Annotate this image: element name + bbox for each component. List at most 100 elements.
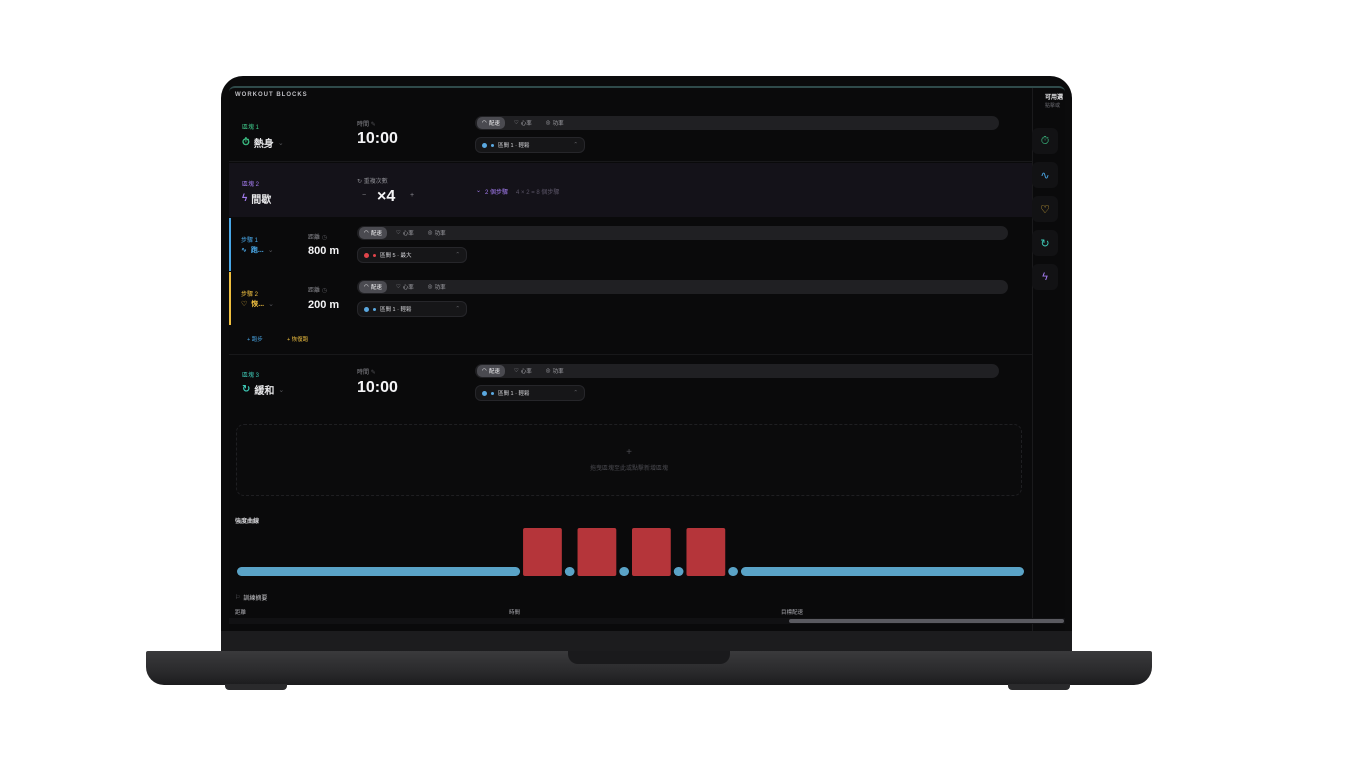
field-label: 距離 ◷ [308,232,327,241]
target-type-tabs: ◠ 配速 ♡ 心率 ◎ 功率 [475,116,999,130]
block-interval[interactable]: 區塊 2 ϟ 間歇 ↻ 重複次數 − ×4 + ⌄ 2 個步驟 4 × 2 = … [229,163,1032,217]
tab-label: 配速 [488,369,500,375]
target-type-tabs: ◠ 配速 ♡ 心率 ◎ 功率 [357,280,1008,294]
tab-label: 心率 [402,231,414,237]
zone-color-dot [364,306,369,312]
step-accent-bar [229,218,231,271]
zone-select[interactable]: 區間 5 · 最大 ⌃ [357,247,467,263]
step-name[interactable]: ∿ 跑... ⌄ [241,245,274,255]
intensity-segment-recovery [619,567,629,576]
duration-value[interactable]: 10:00 [357,379,398,397]
add-run-button[interactable]: ∿ [1032,162,1058,188]
summary-icon: ⚐ [235,595,241,601]
field-label-text: 重複次數 [363,179,388,185]
plus-icon: + [626,447,632,458]
steps-toggle[interactable]: ⌄ 2 個步驟 4 × 2 = 8 個步驟 [476,187,559,196]
laptop-foot-right [1008,684,1070,690]
field-label: 距離 ◷ [308,285,327,294]
tab-pace[interactable]: ◠ 配速 [359,281,387,293]
gauge-icon: ◠ [364,230,369,236]
tab-power[interactable]: ◎ 功率 [541,365,569,377]
decrement-button[interactable]: − [362,192,366,199]
chevron-down-icon: ⌄ [277,139,284,147]
block-warmup[interactable]: 區塊 1 ⏱ 熱身 ⌄ 時間 ✎ 10:00 ◠ 配速 ♡ 心率 ◎ 功率 區間 1 … [229,106,1032,162]
tab-heart-rate[interactable]: ♡ 心率 [391,281,419,293]
summary-title: 訓練摘要 [243,596,268,602]
zone-color-dot [482,142,487,148]
select-caret-icon: ⌃ [573,390,578,396]
step-run[interactable]: 步驟 1 ∿ 跑... ⌄ 距離 ◷ 800 m ◠ 配速 ♡ 心率 ◎ 功率 區間 … [229,218,1032,271]
tab-heart-rate[interactable]: ♡ 心率 [391,227,419,239]
tab-power[interactable]: ◎ 功率 [423,281,451,293]
add-recovery-step-button[interactable]: + 恢復跑 [287,335,308,343]
field-label: 時間 ✎ [357,367,376,376]
section-title: WORKOUT BLOCKS [235,92,308,98]
block-name[interactable]: ↻ 緩和 ⌄ [242,382,284,397]
steps-hint: 4 × 2 = 8 個步驟 [516,190,560,196]
tab-label: 配速 [488,121,500,127]
block-cooldown[interactable]: 區塊 3 ↻ 緩和 ⌄ 時間 ✎ 10:00 ◠ 配速 ♡ 心率 ◎ 功率 區間 1 … [229,354,1032,410]
intensity-segment-recovery [673,567,684,576]
distance-value[interactable]: 200 m [308,299,339,311]
block-label: 區塊 1 [242,125,260,131]
tab-heart-rate[interactable]: ♡ 心率 [509,117,537,129]
block-name[interactable]: ⏱ 熱身 ⌄ [242,135,284,150]
step-name-text: 恢... [251,301,265,308]
distance-value[interactable]: 800 m [308,245,339,257]
screen: WORKOUT BLOCKS 可用選 點擊或 ⏱ ∿ ♡ ↻ ϟ 區塊 1 ⏱ … [229,86,1065,631]
right-panel-subtitle: 點擊或 [1045,103,1061,109]
heart-rate-icon: ♡ [513,120,519,126]
intensity-segment-warmup [237,567,521,576]
intensity-segment-run [632,528,671,576]
tab-pace[interactable]: ◠ 配速 [359,227,387,239]
add-interval-button[interactable]: ϟ [1032,264,1058,290]
step-recovery[interactable]: 步驟 2 ♡ 恢... ⌄ 距離 ◷ 200 m ◠ 配速 ♡ 心率 ◎ 功率 區間 … [229,272,1032,325]
scrollbar-thumb[interactable] [789,619,1064,623]
intensity-segment-run [577,528,617,576]
zone-color-dot-small [373,307,376,311]
chevron-down-icon: ⌄ [278,386,285,394]
workout-builder-app: WORKOUT BLOCKS 可用選 點擊或 ⏱ ∿ ♡ ↻ ϟ 區塊 1 ⏱ … [229,88,1065,631]
select-caret-icon: ⌃ [573,142,578,148]
edit-icon: ✎ [370,122,376,128]
field-label-text: 時間 [357,370,370,376]
add-run-step-button[interactable]: + 跑步 [247,335,263,343]
tab-pace[interactable]: ◠ 配速 [477,365,505,377]
intensity-segment-run [523,528,562,576]
duration-value[interactable]: 10:00 [357,130,398,148]
zone-select[interactable]: 區間 1 · 輕鬆 ⌃ [357,301,467,317]
heart-rate-icon: ♡ [395,230,401,236]
power-icon: ◎ [545,120,551,126]
tab-power[interactable]: ◎ 功率 [541,117,569,129]
intensity-chart [237,528,1024,576]
intensity-segment-cooldown [740,567,1024,576]
pulse-icon: ∿ [241,247,247,254]
zone-select[interactable]: 區間 1 · 輕鬆 ⌃ [475,385,585,401]
tab-label: 配速 [370,231,382,237]
gauge-icon: ◠ [482,368,487,374]
add-block-dropzone[interactable]: + 拖曳區塊至此或點擊新增區塊 [236,424,1022,496]
field-label: 時間 ✎ [357,119,376,128]
tab-pace[interactable]: ◠ 配速 [477,117,505,129]
add-warmup-button[interactable]: ⏱ [1032,128,1058,154]
steps-toggle-label: 2 個步驟 [485,190,509,196]
tab-label: 功率 [552,369,564,375]
intensity-segment-recovery [564,567,575,576]
tab-label: 功率 [434,231,446,237]
add-cooldown-button[interactable]: ↻ [1032,230,1058,256]
tab-heart-rate[interactable]: ♡ 心率 [509,365,537,377]
gauge-icon: ◠ [364,284,369,290]
lightning-icon: ϟ [1042,271,1048,283]
zone-select[interactable]: 區間 1 · 輕鬆 ⌃ [475,137,585,153]
add-recovery-button[interactable]: ♡ [1032,196,1058,222]
repeat-count: ×4 [377,188,396,205]
summary-header[interactable]: ⚐ 訓練摘要 [235,593,267,602]
zone-color-dot-small [491,143,494,147]
step-name-text: 跑... [250,247,264,254]
increment-button[interactable]: + [410,192,414,199]
block-name[interactable]: ϟ 間歇 [242,191,271,206]
tab-power[interactable]: ◎ 功率 [423,227,451,239]
step-name[interactable]: ♡ 恢... ⌄ [241,299,274,309]
step-label: 步驟 1 [241,238,259,244]
repeat-icon: ↻ [357,179,363,185]
